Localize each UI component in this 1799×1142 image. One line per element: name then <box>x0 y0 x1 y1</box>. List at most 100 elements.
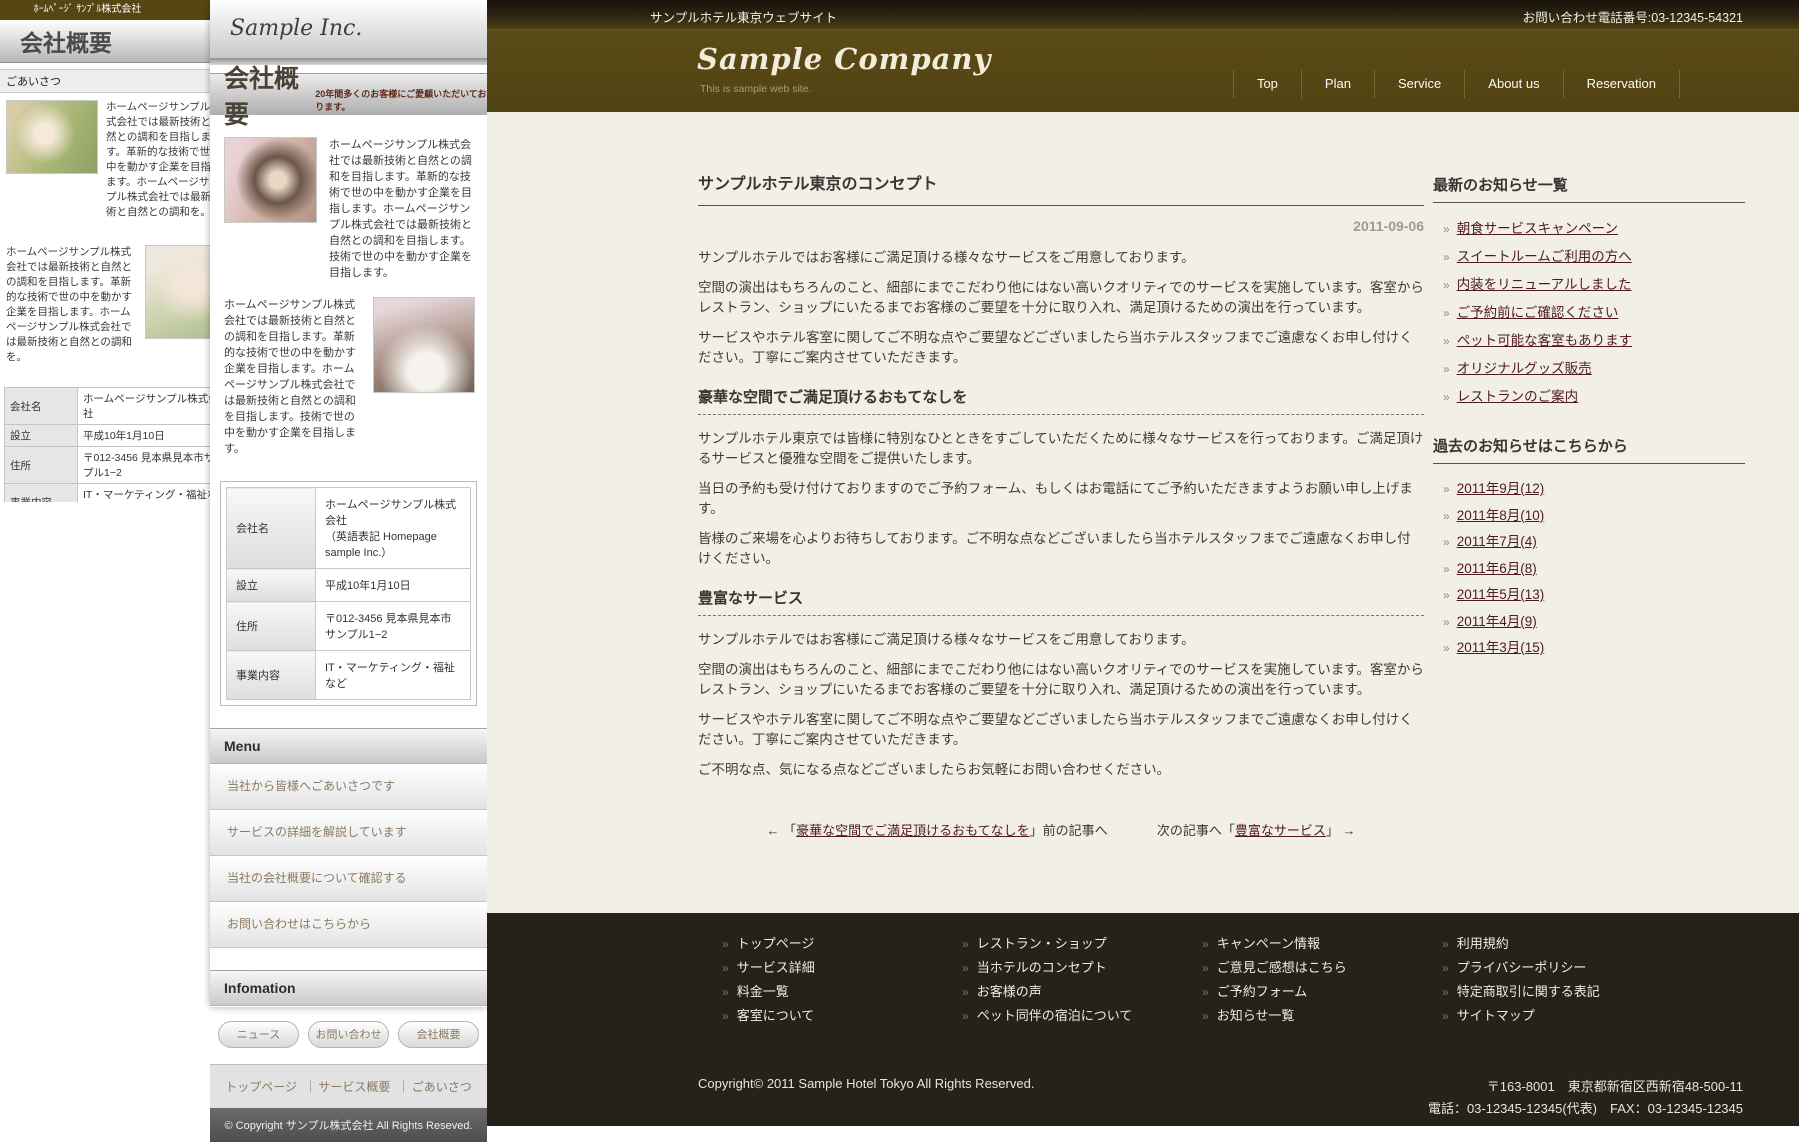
list-item: »スイートルームご利用の方へ <box>1443 243 1745 271</box>
footer-link-feedback[interactable]: ご意見ご感想はこちら <box>1217 960 1347 975</box>
row-label: 会社名 <box>5 388 78 425</box>
news-link-pets[interactable]: ペット可能な客室もあります <box>1457 333 1633 348</box>
double-arrow-icon: » <box>1443 306 1450 320</box>
hotel-site-name: サンプルホテル東京ウェブサイト <box>650 7 837 26</box>
news-link-restaurant[interactable]: レストランのご案内 <box>1457 389 1579 404</box>
middle-copyright: © Copyright サンプル株式会社 All Rights Reseved. <box>210 1108 487 1142</box>
news-link-suite[interactable]: スイートルームご利用の方へ <box>1457 249 1632 264</box>
menu-item-company[interactable]: 当社の会社概要について確認する <box>210 856 487 902</box>
nav-item-about[interactable]: About us <box>1464 70 1562 98</box>
double-arrow-icon: » <box>1443 362 1450 376</box>
article-title: サンプルホテル東京のコンセプト <box>698 170 1424 206</box>
news-link-goods[interactable]: オリジナルグッズ販売 <box>1457 361 1592 376</box>
nav-item-plan[interactable]: Plan <box>1301 70 1374 98</box>
article: サンプルホテル東京のコンセプト 2011-09-06 サンプルホテルではお客様に… <box>698 170 1424 839</box>
middle-button-row: ニュース お問い合わせ 会社概要 <box>210 1006 487 1064</box>
archive-link-2011-06[interactable]: 2011年6月(8) <box>1457 561 1537 576</box>
table-row: 会社名 ホームページサンプル株式会社 （英語表記 Homepage sample… <box>227 488 471 569</box>
footer-link-price-list[interactable]: 料金一覧 <box>737 984 789 999</box>
list-item: »2011年9月(12) <box>1443 476 1745 503</box>
footer-link-greeting[interactable]: ごあいさつ <box>398 1080 472 1094</box>
list-item: »レストランのご案内 <box>1443 383 1745 411</box>
footer-link-voices[interactable]: お客様の声 <box>977 984 1042 999</box>
footer-column-2: » レストラン・ショップ » 当ホテルのコンセプト » お客様の声 » ペット同伴の宿泊… <box>962 932 1192 1028</box>
prev-label: 」前の記事へ <box>1030 823 1108 838</box>
hotel-footer: » トップページ » サービス詳細 » 料金一覧 » 客室について » レストラン・ショッ… <box>487 913 1799 1126</box>
left-intro-block-1: ホームページサンプル株式会社では最新技術と自然との調和を目指します。革新的な技術… <box>0 93 210 220</box>
archive-link-2011-09[interactable]: 2011年9月(12) <box>1457 481 1545 496</box>
nav-item-top[interactable]: Top <box>1233 70 1301 98</box>
middle-intro-text-1: ホームページサンプル株式会社では最新技術と自然との調和を目指します。革新的な技術… <box>329 137 475 281</box>
row-label: 会社名 <box>227 488 316 569</box>
footer-column-4: »利用規約 »プライバシーポリシー »特定商取引に関する表記 »サイトマップ <box>1442 932 1672 1028</box>
double-arrow-icon: » <box>962 961 969 975</box>
hotel-logo[interactable]: Sample Company <box>697 42 991 76</box>
double-arrow-icon: » <box>962 1009 969 1023</box>
left-site-panel: ﾎｰﾑﾍﾟｰｼﾞ ｻﾝﾌﾟﾙ株式会社 会社概要 ごあいさつ ホームページサンプル… <box>0 0 210 502</box>
photo-woman-cherry-blossom <box>373 297 475 393</box>
archive-link-2011-08[interactable]: 2011年8月(10) <box>1457 508 1545 523</box>
footer-link-service[interactable]: サービス概要 <box>304 1080 390 1094</box>
contact-button[interactable]: お問い合わせ <box>308 1021 389 1048</box>
hotel-copyright: Copyright© 2011 Sample Hotel Tokyo All R… <box>698 1076 1034 1091</box>
footer-link-campaign[interactable]: キャンペーン情報 <box>1217 936 1320 951</box>
row-label: 住所 <box>5 447 78 484</box>
double-arrow-icon: » <box>722 985 729 999</box>
news-link-before-booking[interactable]: ご予約前にご確認ください <box>1457 305 1619 320</box>
article-paragraph: サンプルホテルではお客様にご満足頂ける様々なサービスをご用意しております。 <box>698 248 1424 268</box>
news-button[interactable]: ニュース <box>218 1021 299 1048</box>
article-paragraph: サンプルホテル東京では皆様に特別なひとときをすごしていただくために様々なサービス… <box>698 429 1424 469</box>
footer-link-pet-stay[interactable]: ペット同伴の宿泊について <box>977 1008 1133 1023</box>
menu-item-greeting[interactable]: 当社から皆様へごあいさつです <box>210 764 487 810</box>
archive-link-2011-03[interactable]: 2011年3月(15) <box>1457 640 1545 655</box>
article-paragraph: サービスやホテル客室に関してご不明な点やご要望などございましたら当ホテルスタッフ… <box>698 328 1424 368</box>
footer-link-restaurant-shop[interactable]: レストラン・ショップ <box>977 936 1107 951</box>
nav-item-service[interactable]: Service <box>1374 70 1464 98</box>
footer-link-news-list[interactable]: お知らせ一覧 <box>1217 1008 1295 1023</box>
footer-link-sitemap[interactable]: サイトマップ <box>1457 1008 1535 1023</box>
footer-link-reservation-form[interactable]: ご予約フォーム <box>1217 984 1308 999</box>
footer-link-rooms[interactable]: 客室について <box>737 1008 815 1023</box>
table-row: 設立 平成10年1月10日 <box>227 569 471 602</box>
row-value: IT・マーケティング・福祉など <box>316 651 471 700</box>
next-article-link[interactable]: 豊富なサービス <box>1235 823 1326 838</box>
footer-column-3: »キャンペーン情報 »ご意見ご感想はこちら »ご予約フォーム »お知らせ一覧 <box>1202 932 1432 1028</box>
table-row: 設立 平成10年1月10日 <box>5 425 211 447</box>
news-link-breakfast[interactable]: 朝食サービスキャンペーン <box>1457 221 1618 236</box>
middle-information-header: Infomation <box>210 970 487 1006</box>
table-row: 会社名 ホームページサンプル株式会社 <box>5 388 211 425</box>
company-button[interactable]: 会社概要 <box>398 1021 479 1048</box>
prev-article-link[interactable]: 豪華な空間でご満足頂けるおもてなしを <box>796 823 1029 838</box>
left-site-topbar: ﾎｰﾑﾍﾟｰｼﾞ ｻﾝﾌﾟﾙ株式会社 <box>0 0 210 20</box>
double-arrow-icon: » <box>1443 588 1450 602</box>
nav-item-reservation[interactable]: Reservation <box>1563 70 1680 98</box>
menu-item-contact[interactable]: お問い合わせはこちらから <box>210 902 487 948</box>
double-arrow-icon: » <box>722 937 729 951</box>
hotel-main-nav: Top Plan Service About us Reservation <box>1233 70 1680 98</box>
footer-link-concept[interactable]: 当ホテルのコンセプト <box>977 960 1107 975</box>
table-row: 住所 〒012-3456 見本県見本市サンプル1−2 <box>227 602 471 651</box>
double-arrow-icon: » <box>722 961 729 975</box>
archive-link-2011-04[interactable]: 2011年4月(9) <box>1457 614 1537 629</box>
footer-link-privacy[interactable]: プライバシーポリシー <box>1457 960 1587 975</box>
footer-link-top-page[interactable]: トップページ <box>737 936 815 951</box>
row-value: 平成10年1月10日 <box>316 569 471 602</box>
footer-link-terms[interactable]: 利用規約 <box>1457 936 1509 951</box>
sidebar-archive-header: 過去のお知らせはこちらから <box>1433 435 1745 464</box>
archive-link-2011-07[interactable]: 2011年7月(4) <box>1457 534 1537 549</box>
footer-link-service-detail[interactable]: サービス詳細 <box>737 960 815 975</box>
list-item: »2011年6月(8) <box>1443 556 1745 583</box>
next-bracket: 」 <box>1326 823 1339 838</box>
menu-item-service[interactable]: サービスの詳細を解説しています <box>210 810 487 856</box>
archive-link-2011-05[interactable]: 2011年5月(13) <box>1457 587 1545 602</box>
middle-page-title-bar: 会社概要 20年間多くのお客様にご愛顧いただいております。 <box>210 73 487 115</box>
news-link-renewal[interactable]: 内装をリニューアルしました <box>1457 277 1632 292</box>
footer-link-commerce-law[interactable]: 特定商取引に関する表記 <box>1457 984 1600 999</box>
footer-column-1: »トップページ »サービス詳細 »料金一覧 »客室について <box>722 932 952 1028</box>
double-arrow-icon: » <box>962 985 969 999</box>
footer-link-top[interactable]: トップページ <box>225 1080 297 1094</box>
double-arrow-icon: » <box>962 937 969 951</box>
row-label: 設立 <box>227 569 316 602</box>
double-arrow-icon: » <box>1442 937 1449 951</box>
hotel-phone-number: お問い合わせ電話番号:03-12345-54321 <box>1523 7 1743 26</box>
